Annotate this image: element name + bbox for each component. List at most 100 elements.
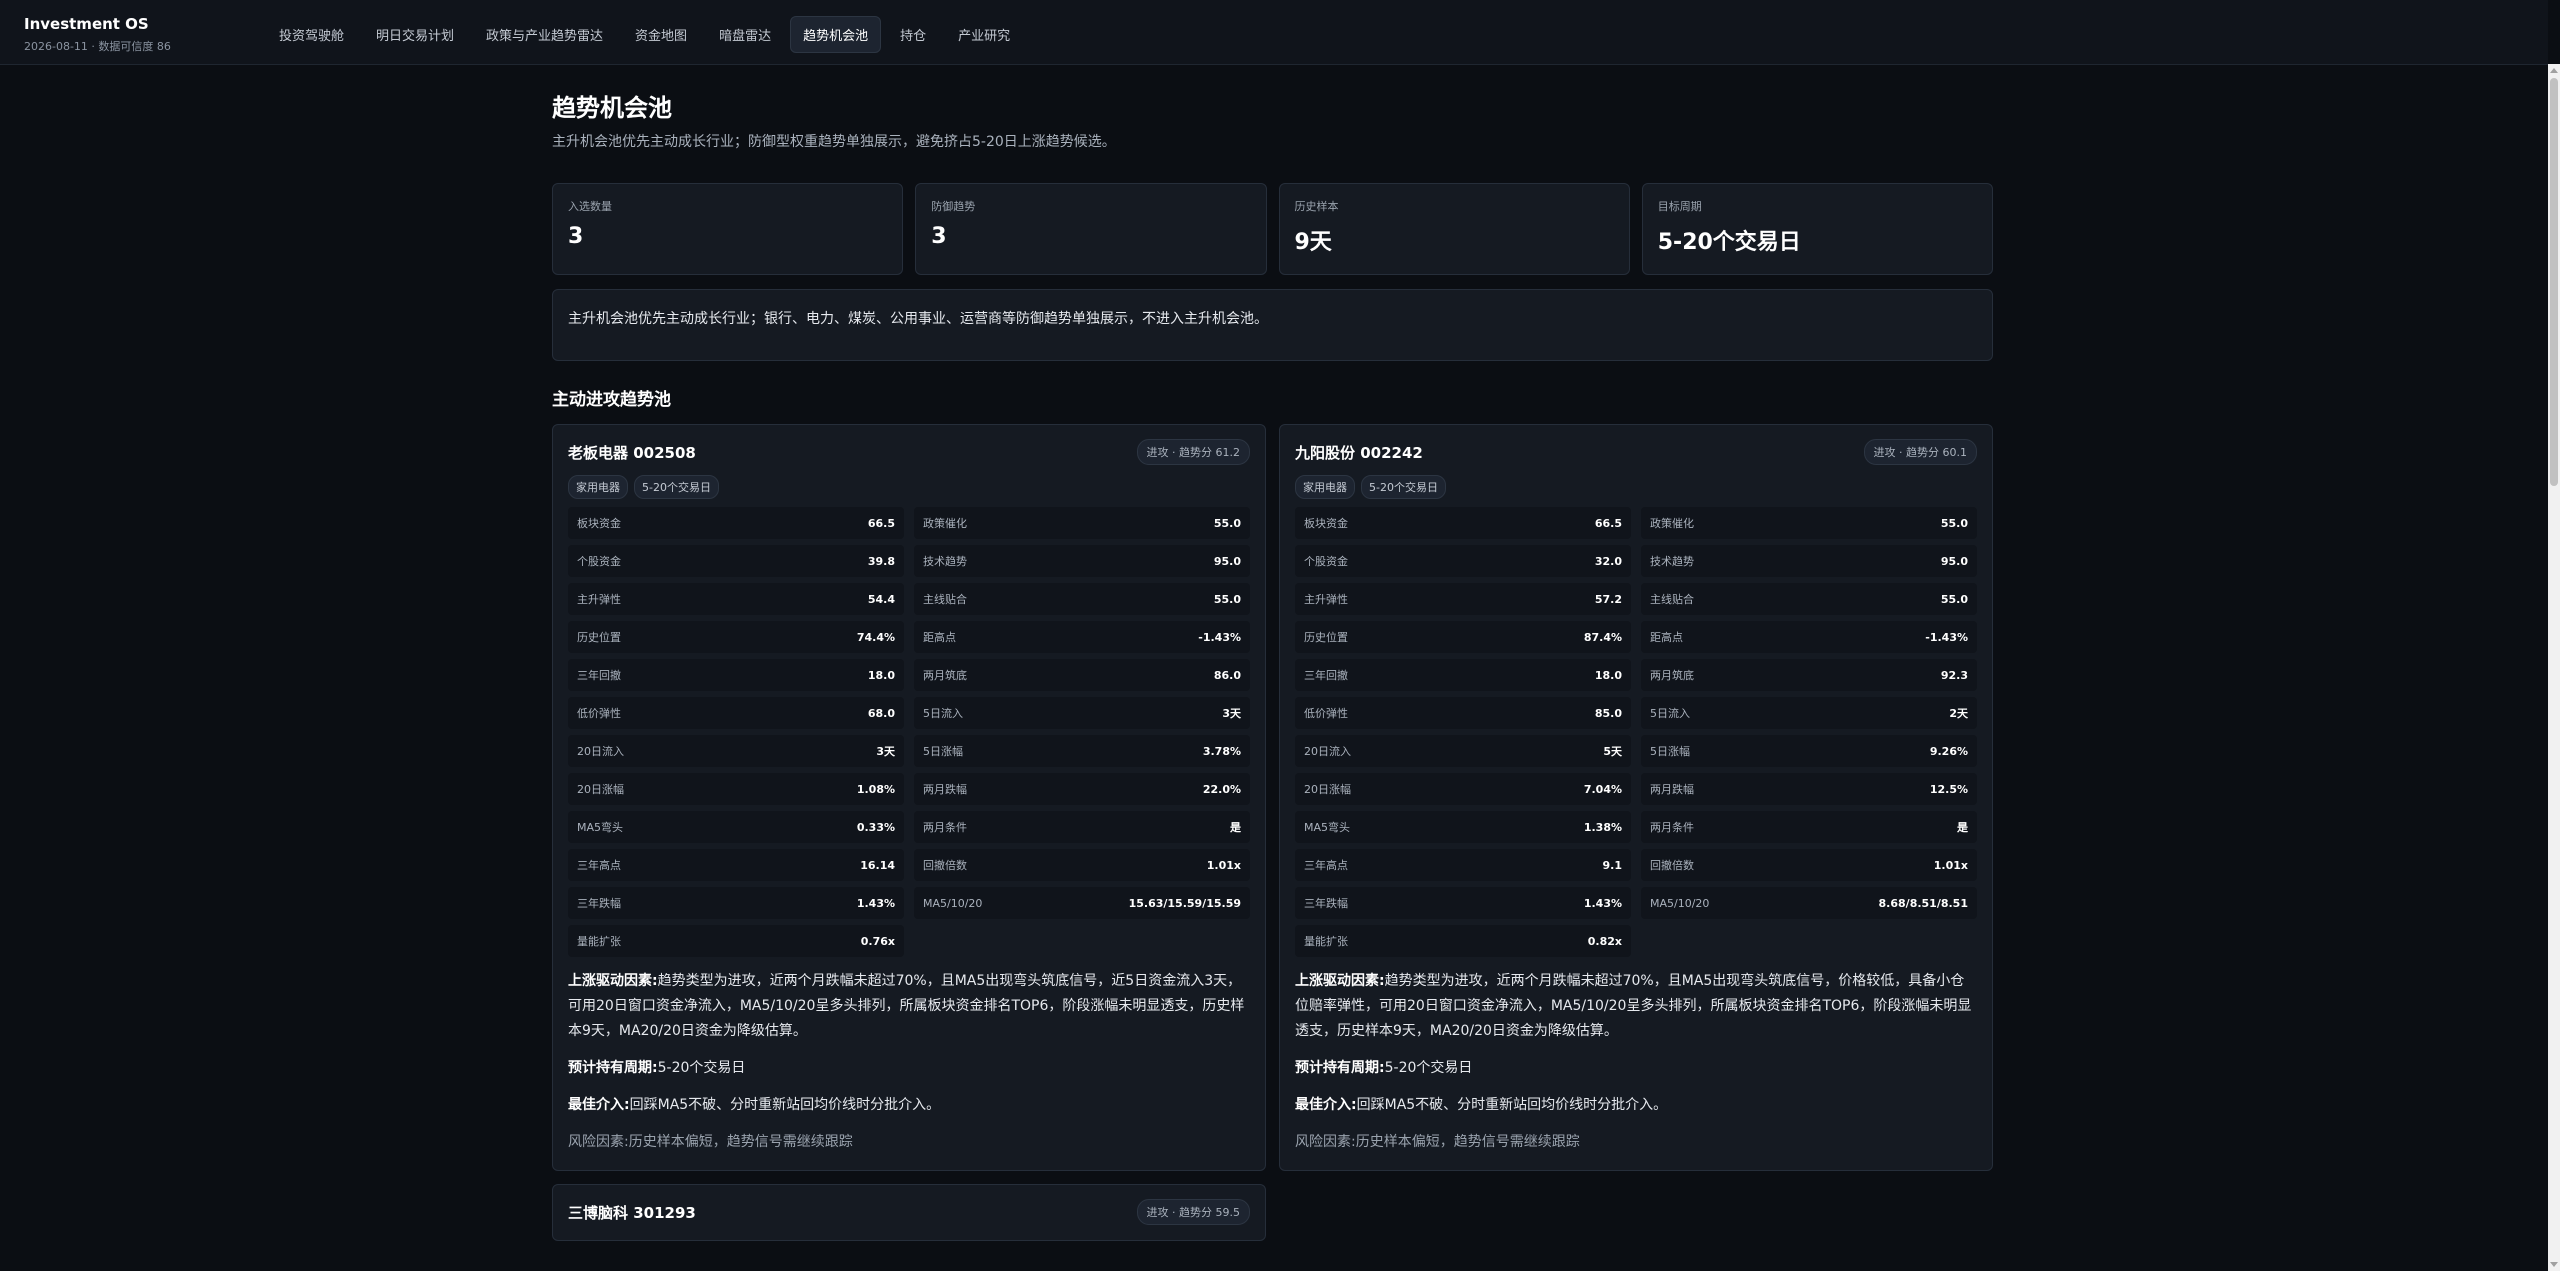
nav-tab-7[interactable]: 产业研究 <box>945 16 1023 53</box>
metric-label: 两月条件 <box>923 821 967 834</box>
stat-label: 防御趋势 <box>931 200 976 213</box>
best-entry: 最佳介入:回踩MA5不破、分时重新站回均价线时分批介入。 <box>1295 1093 1977 1118</box>
nav-tab-6[interactable]: 持仓 <box>887 16 939 53</box>
stock-card[interactable]: 九阳股份 002242 进攻 · 趋势分 60.1 家用电器 5-20个交易日 板块资金… <box>1279 424 1993 1171</box>
metric-cell: 三年跌幅 1.43% <box>1295 887 1631 919</box>
metric-value: 22.0% <box>1202 782 1241 796</box>
metric-value: 0.33% <box>856 820 895 834</box>
metric-label: 三年高点 <box>577 859 621 872</box>
risk-factors-label: 风险因素: <box>568 1134 629 1150</box>
best-entry-label: 最佳介入: <box>1295 1097 1357 1113</box>
stock-card[interactable]: 三博脑科 301293 进攻 · 趋势分 59.5 <box>552 1184 1266 1241</box>
metric-label: 两月跌幅 <box>923 783 967 796</box>
stat-value: 3 <box>931 224 947 249</box>
stock-name: 老板电器 002508 <box>568 443 696 462</box>
stat-value: 9天 <box>1294 230 1332 255</box>
metric-value: 1.38% <box>1583 820 1622 834</box>
metric-value: 55.0 <box>1940 592 1968 606</box>
metric-cell: 政策催化 55.0 <box>914 507 1250 539</box>
metric-value: 1.43% <box>856 896 895 910</box>
metric-value: 5天 <box>1603 745 1622 758</box>
metric-label: 两月条件 <box>1650 821 1694 834</box>
metric-label: 20日流入 <box>1304 745 1351 758</box>
metric-cell: 历史位置 74.4% <box>568 621 904 653</box>
metric-cell: 三年回撤 18.0 <box>568 659 904 691</box>
metric-cell: 距高点 -1.43% <box>914 621 1250 653</box>
metric-label: 三年跌幅 <box>577 897 621 910</box>
metric-label: 两月跌幅 <box>1650 783 1694 796</box>
metric-cell: 两月跌幅 22.0% <box>914 773 1250 805</box>
tag: 家用电器 <box>568 475 628 499</box>
trend-score-badge: 进攻 · 趋势分 60.1 <box>1863 439 1977 465</box>
metric-label: 主升弹性 <box>1304 593 1348 606</box>
nav-tab-0[interactable]: 投资驾驶舱 <box>266 16 357 53</box>
metric-label: 5日流入 <box>923 707 963 720</box>
metric-value: -1.43% <box>1198 630 1241 644</box>
stock-name: 三博脑科 301293 <box>568 1203 696 1222</box>
stat-value: 3 <box>568 224 584 249</box>
metric-label: 回撤倍数 <box>1650 859 1694 872</box>
risk-factors: 风险因素:历史样本偏短，趋势信号需继续跟踪 <box>1295 1130 1977 1155</box>
metric-label: 历史位置 <box>1304 631 1348 644</box>
nav-tab-1[interactable]: 明日交易计划 <box>363 16 467 53</box>
metric-label: 20日流入 <box>577 745 624 758</box>
metric-value: 1.01x <box>1933 858 1968 872</box>
metric-cell: 20日流入 3天 <box>568 735 904 767</box>
metric-cell: 20日流入 5天 <box>1295 735 1631 767</box>
rise-drivers: 上涨驱动因素:趋势类型为进攻，近两个月跌幅未超过70%，且MA5出现弯头筑底信号… <box>1295 969 1977 1044</box>
metric-value: 1.43% <box>1583 896 1622 910</box>
stat-card: 入选数量 3 <box>552 183 904 275</box>
metric-value: 66.5 <box>867 516 895 530</box>
rise-drivers-text: 趋势类型为进攻，近两个月跌幅未超过70%，且MA5出现弯头筑底信号，近5日资金流… <box>568 973 1245 1039</box>
metric-label: 主升弹性 <box>577 593 621 606</box>
metric-cell: MA5/10/20 8.68/8.51/8.51 <box>1641 887 1977 919</box>
metric-label: MA5弯头 <box>577 821 624 834</box>
metric-value: 0.82x <box>1587 934 1622 948</box>
stock-card[interactable]: 老板电器 002508 进攻 · 趋势分 61.2 家用电器 5-20个交易日 板块资金… <box>552 424 1266 1171</box>
tag-list: 家用电器 5-20个交易日 <box>568 475 1250 499</box>
rise-drivers-text: 趋势类型为进攻，近两个月跌幅未超过70%，且MA5出现弯头筑底信号，价格较低，具… <box>1295 973 1972 1039</box>
scrollbar-thumb[interactable] <box>2550 78 2558 486</box>
section-title: 主动进攻趋势池 <box>552 390 671 410</box>
risk-factors-text: 历史样本偏短，趋势信号需继续跟踪 <box>1355 1134 1580 1150</box>
metric-cell: MA5/10/20 15.63/15.59/15.59 <box>914 887 1250 919</box>
trend-card-grid: 老板电器 002508 进攻 · 趋势分 61.2 家用电器 5-20个交易日 板块资金… <box>552 424 1993 1241</box>
metric-value: 92.3 <box>1940 668 1968 682</box>
metric-label: 三年高点 <box>1304 859 1348 872</box>
metrics-grid: 板块资金 66.5 政策催化 55.0 个股资金 39.8 技术趋势 95.0 主升弹性 54.4… <box>568 507 1250 957</box>
brand: Investment OS 2026-08-11 · 数据可信度 86 <box>24 15 171 54</box>
metric-cell: 主升弹性 54.4 <box>568 583 904 615</box>
metric-value: 66.5 <box>1594 516 1622 530</box>
metric-value: 55.0 <box>1213 592 1241 606</box>
holding-period: 预计持有周期:5-20个交易日 <box>568 1056 1250 1081</box>
stock-name: 九阳股份 002242 <box>1295 443 1423 462</box>
main-nav: 投资驾驶舱 明日交易计划 政策与产业趋势雷达 资金地图 暗盘雷达 趋势机会池 持仓 产业研究 <box>266 16 1023 53</box>
nav-tab-4[interactable]: 暗盘雷达 <box>706 16 784 53</box>
metric-value: 7.04% <box>1583 782 1622 796</box>
scroll-down-arrow-icon[interactable] <box>2550 1262 2558 1267</box>
metric-value: 85.0 <box>1594 706 1622 720</box>
card-header: 九阳股份 002242 进攻 · 趋势分 60.1 <box>1295 439 1977 465</box>
trend-score-badge: 进攻 · 趋势分 59.5 <box>1136 1199 1250 1225</box>
metric-label: 三年回撤 <box>577 669 621 682</box>
tag: 5-20个交易日 <box>634 475 719 499</box>
holding-period-text: 5-20个交易日 <box>657 1060 746 1076</box>
nav-tab-3[interactable]: 资金地图 <box>622 16 700 53</box>
metric-value: 55.0 <box>1940 516 1968 530</box>
metric-value: 86.0 <box>1213 668 1241 682</box>
nav-tab-5[interactable]: 趋势机会池 <box>790 16 882 53</box>
nav-tab-2[interactable]: 政策与产业趋势雷达 <box>473 16 616 53</box>
stat-card: 历史样本 9天 <box>1278 183 1630 275</box>
app-title: Investment OS <box>24 15 149 33</box>
metric-label: 距高点 <box>1650 631 1683 644</box>
metric-value: 12.5% <box>1929 782 1968 796</box>
tag: 家用电器 <box>1295 475 1355 499</box>
risk-factors-label: 风险因素: <box>1295 1134 1356 1150</box>
metric-label: 两月筑底 <box>923 669 967 682</box>
metric-label: 个股资金 <box>577 555 621 568</box>
metric-value: 8.68/8.51/8.51 <box>1878 896 1968 910</box>
scroll-up-arrow-icon[interactable] <box>2550 68 2558 73</box>
metric-cell: 两月条件 是 <box>1641 811 1977 843</box>
vertical-scrollbar[interactable] <box>2548 64 2560 1271</box>
best-entry-text: 回踩MA5不破、分时重新站回均价线时分批介入。 <box>1356 1097 1668 1113</box>
